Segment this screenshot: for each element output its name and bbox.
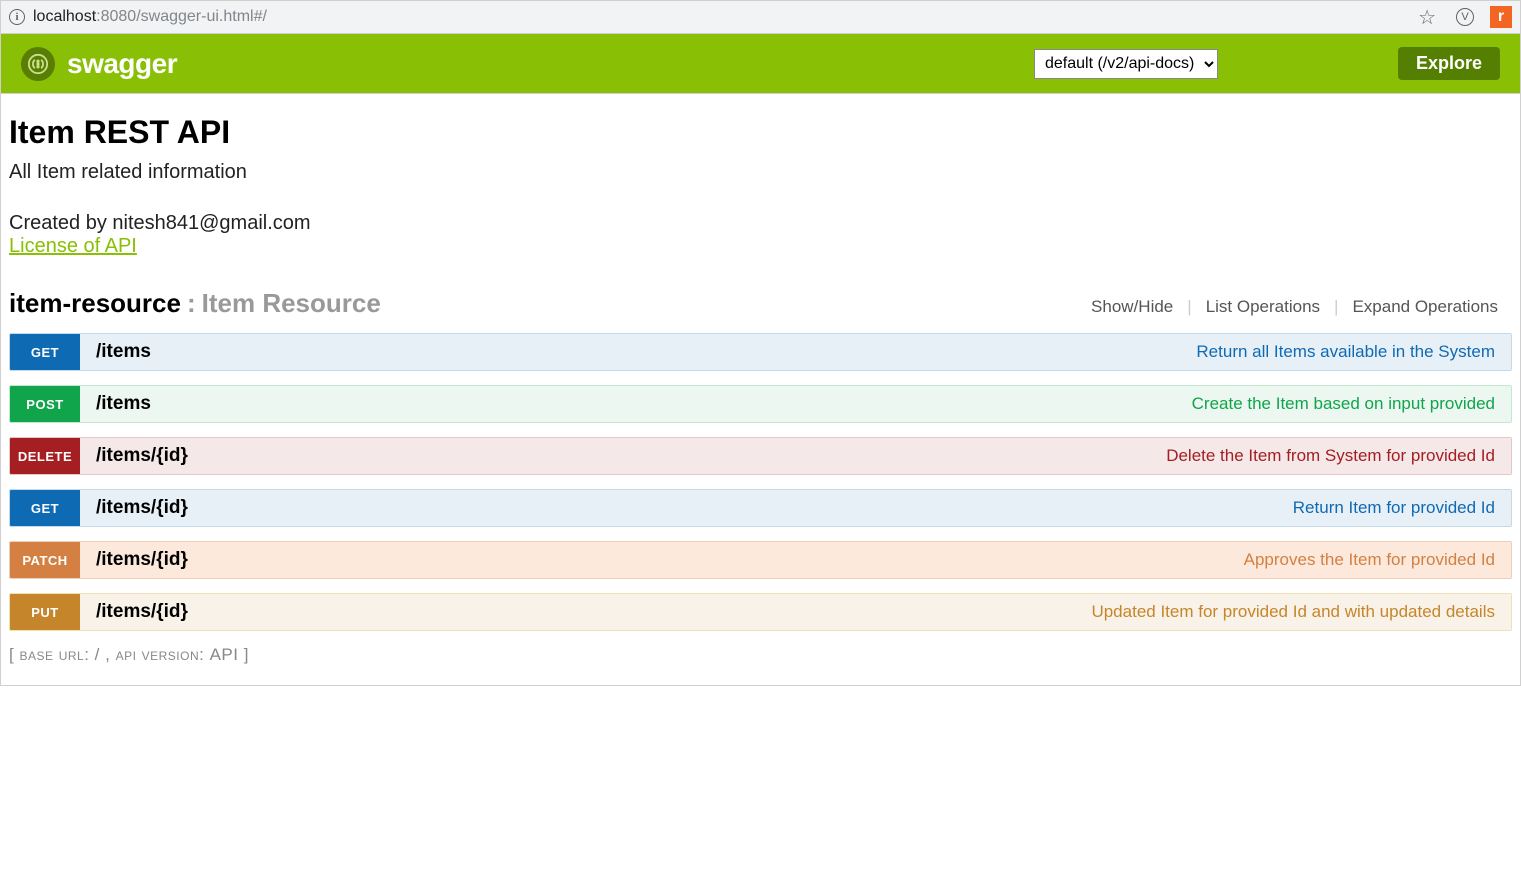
info-icon[interactable]: i (9, 9, 25, 25)
operation-summary: Approves the Item for provided Id (1244, 550, 1495, 570)
operation-row[interactable]: PUT/items/{id} Updated Item for provided … (9, 593, 1512, 631)
operation-path[interactable]: /items/{id} (96, 601, 188, 623)
api-title: Item REST API (9, 114, 1512, 151)
operation-row[interactable]: GET/items/{id} Return Item for provided I… (9, 489, 1512, 527)
operation-body[interactable]: /items/{id} Return Item for provided Id (80, 490, 1511, 526)
resource-actions: Show/Hide | List Operations | Expand Ope… (1077, 297, 1512, 317)
operation-summary: Updated Item for provided Id and with up… (1091, 602, 1495, 622)
api-created-by: Created by nitesh841@gmail.com (9, 212, 1512, 235)
http-method-badge[interactable]: DELETE (10, 438, 80, 474)
operation-path[interactable]: /items/{id} (96, 497, 188, 519)
operation-row[interactable]: PATCH/items/{id} Approves the Item for pr… (9, 541, 1512, 579)
http-method-badge[interactable]: GET (10, 334, 80, 370)
bookmark-star-icon[interactable]: ☆ (1418, 5, 1436, 30)
explore-button[interactable]: Explore (1398, 47, 1500, 80)
list-operations-link[interactable]: List Operations (1192, 297, 1334, 317)
operation-row[interactable]: POST/items Create the Item based on input… (9, 385, 1512, 423)
url-input[interactable]: localhost:8080/swagger-ui.html#/ (33, 8, 1402, 26)
resource-header: item-resource : Item Resource Show/Hide … (9, 288, 1512, 319)
operations-list: GET/items Return all Items available in t… (9, 333, 1512, 631)
resource-separator: : (187, 288, 196, 319)
swagger-logo-icon (21, 47, 55, 81)
swagger-header: swagger default (/v2/api-docs) Explore (0, 34, 1521, 94)
operation-body[interactable]: /items Return all Items available in the … (80, 334, 1511, 370)
url-host: localhost (33, 8, 96, 26)
operation-path[interactable]: /items/{id} (96, 445, 188, 467)
api-spec-select[interactable]: default (/v2/api-docs) (1034, 49, 1218, 79)
expand-operations-link[interactable]: Expand Operations (1338, 297, 1512, 317)
http-method-badge[interactable]: PATCH (10, 542, 80, 578)
url-path: :8080/swagger-ui.html#/ (96, 8, 267, 26)
swagger-brand: swagger (67, 48, 177, 80)
extension-orange-icon[interactable]: r (1490, 6, 1512, 28)
operation-body[interactable]: /items/{id} Updated Item for provided Id … (80, 594, 1511, 630)
resource-name[interactable]: item-resource (9, 288, 181, 319)
http-method-badge[interactable]: POST (10, 386, 80, 422)
http-method-badge[interactable]: GET (10, 490, 80, 526)
swagger-body: Item REST API All Item related informati… (0, 94, 1521, 686)
http-method-badge[interactable]: PUT (10, 594, 80, 630)
api-description: All Item related information (9, 161, 1512, 184)
operation-path[interactable]: /items (96, 341, 151, 363)
api-footer-meta: [ base url: / , api version: API ] (9, 645, 1512, 665)
operation-path[interactable]: /items/{id} (96, 549, 188, 571)
operation-row[interactable]: GET/items Return all Items available in t… (9, 333, 1512, 371)
operation-summary: Return Item for provided Id (1293, 498, 1495, 518)
browser-address-bar: i localhost:8080/swagger-ui.html#/ ☆ V r (0, 0, 1521, 34)
operation-body[interactable]: /items/{id} Approves the Item for provide… (80, 542, 1511, 578)
resource-label: Item Resource (202, 288, 381, 319)
operation-body[interactable]: /items/{id} Delete the Item from System f… (80, 438, 1511, 474)
operation-summary: Delete the Item from System for provided… (1166, 446, 1495, 466)
extension-v-icon[interactable]: V (1456, 8, 1474, 26)
operation-body[interactable]: /items Create the Item based on input pro… (80, 386, 1511, 422)
operation-path[interactable]: /items (96, 393, 151, 415)
show-hide-link[interactable]: Show/Hide (1077, 297, 1187, 317)
operation-summary: Create the Item based on input provided (1192, 394, 1495, 414)
operation-summary: Return all Items available in the System (1196, 342, 1495, 362)
operation-row[interactable]: DELETE/items/{id} Delete the Item from Sy… (9, 437, 1512, 475)
api-license-link[interactable]: License of API (9, 235, 137, 258)
